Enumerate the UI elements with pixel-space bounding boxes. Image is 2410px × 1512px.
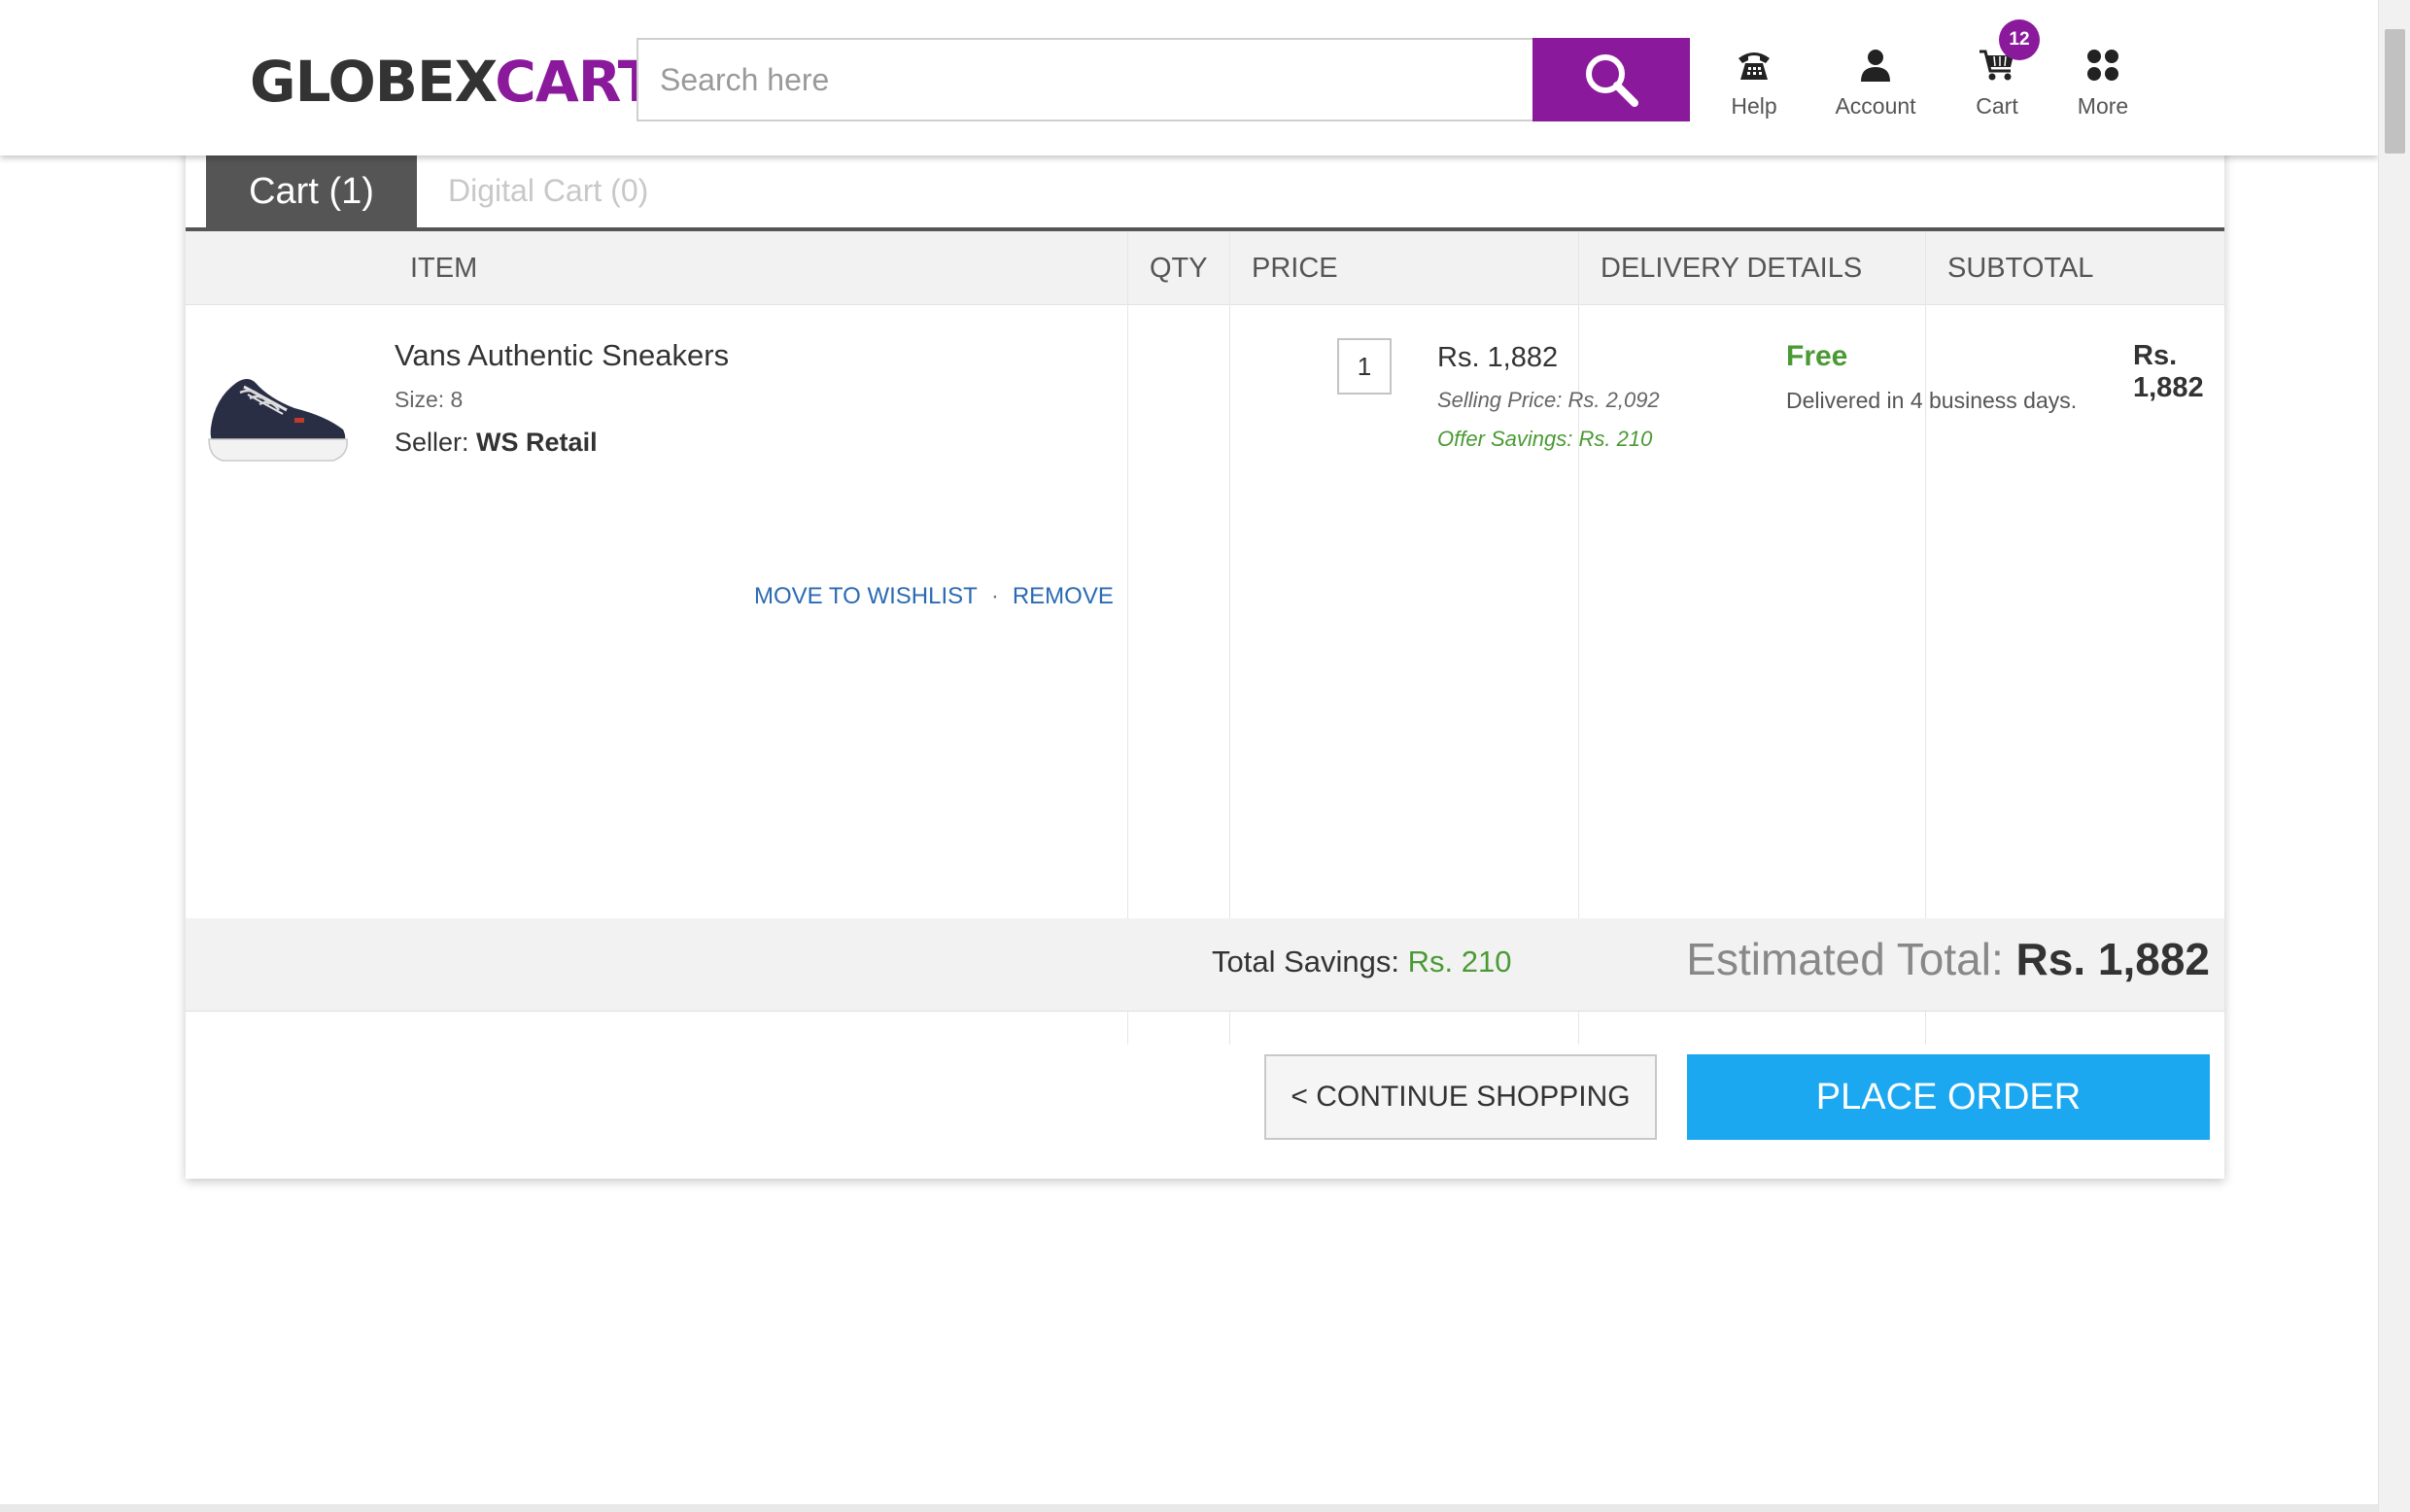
action-separator: ·: [990, 583, 999, 609]
page-scrollbar[interactable]: [2378, 0, 2410, 1512]
estimated-total: Estimated Total: Rs. 1,882: [1686, 933, 2210, 985]
quantity-input[interactable]: [1337, 338, 1392, 395]
nav-account-label: Account: [1835, 93, 1916, 119]
search-icon: [1586, 54, 1638, 107]
column-header-item: ITEM: [410, 252, 478, 284]
cart-table-header: ITEM QTY PRICE DELIVERY DETAILS SUBTOTAL: [186, 231, 2224, 305]
selling-price: Selling Price: Rs. 2,092: [1437, 388, 1660, 412]
item-actions: MOVE TO WISHLIST · REMOVE: [754, 583, 1114, 610]
search-input[interactable]: [638, 40, 1532, 120]
grid-dots-icon: [2087, 50, 2118, 81]
product-image[interactable]: [205, 360, 351, 471]
column-header-price: PRICE: [1252, 252, 1338, 284]
search-button[interactable]: [1532, 38, 1690, 121]
column-header-subtotal: SUBTOTAL: [1947, 252, 2094, 284]
remove-link[interactable]: REMOVE: [1013, 583, 1114, 610]
bottom-divider: [0, 1504, 2378, 1512]
product-seller: Seller: WS Retail: [395, 428, 598, 458]
nav-cart-label: Cart: [1976, 93, 2018, 119]
scrollbar-thumb[interactable]: [2385, 29, 2405, 154]
product-name[interactable]: Vans Authentic Sneakers: [395, 338, 729, 373]
estimated-total-value: Rs. 1,882: [2015, 934, 2210, 984]
nav-more-label: More: [2077, 93, 2129, 119]
search-box: [637, 38, 1532, 121]
total-savings: Total Savings: Rs. 210: [1212, 945, 1511, 979]
item-subtotal: Rs. 1,882: [2133, 340, 2204, 403]
nav-more[interactable]: More: [2068, 43, 2138, 130]
column-header-delivery: DELIVERY DETAILS: [1601, 252, 1863, 284]
move-to-wishlist-link[interactable]: MOVE TO WISHLIST: [754, 583, 978, 610]
product-size: Size: 8: [395, 387, 464, 412]
delivery-cost: Free: [1786, 340, 1848, 372]
total-savings-value: Rs. 210: [1407, 945, 1512, 979]
phone-icon: [1739, 52, 1770, 80]
tab-digital-cart[interactable]: Digital Cart (0): [448, 173, 648, 209]
site-header: GLOBEXCART Help: [0, 0, 2378, 155]
offer-savings: Offer Savings: Rs. 210: [1437, 427, 1653, 451]
total-savings-label: Total Savings:: [1212, 945, 1399, 979]
delivery-time: Delivered in 4 business days.: [1786, 388, 2078, 413]
tab-cart[interactable]: Cart (1): [206, 154, 417, 229]
user-icon: [1861, 50, 1890, 82]
nav-help[interactable]: Help: [1720, 43, 1788, 130]
seller-name: WS Retail: [476, 428, 598, 457]
cart-count-badge: 12: [1999, 19, 2040, 60]
product-price: Rs. 1,882: [1437, 342, 1559, 373]
continue-shopping-button[interactable]: < CONTINUE SHOPPING: [1264, 1054, 1657, 1140]
seller-label: Seller:: [395, 428, 469, 457]
site-logo[interactable]: GLOBEXCART: [250, 51, 656, 113]
column-header-qty: QTY: [1150, 252, 1208, 284]
nav-account[interactable]: Account: [1827, 43, 1924, 130]
estimated-total-label: Estimated Total:: [1686, 934, 2004, 984]
place-order-button[interactable]: PLACE ORDER: [1687, 1054, 2210, 1140]
cart-panel: Cart (1) Digital Cart (0) ITEM QTY PRICE…: [186, 126, 2224, 1179]
nav-help-label: Help: [1731, 93, 1777, 119]
sneaker-icon: [208, 379, 348, 462]
